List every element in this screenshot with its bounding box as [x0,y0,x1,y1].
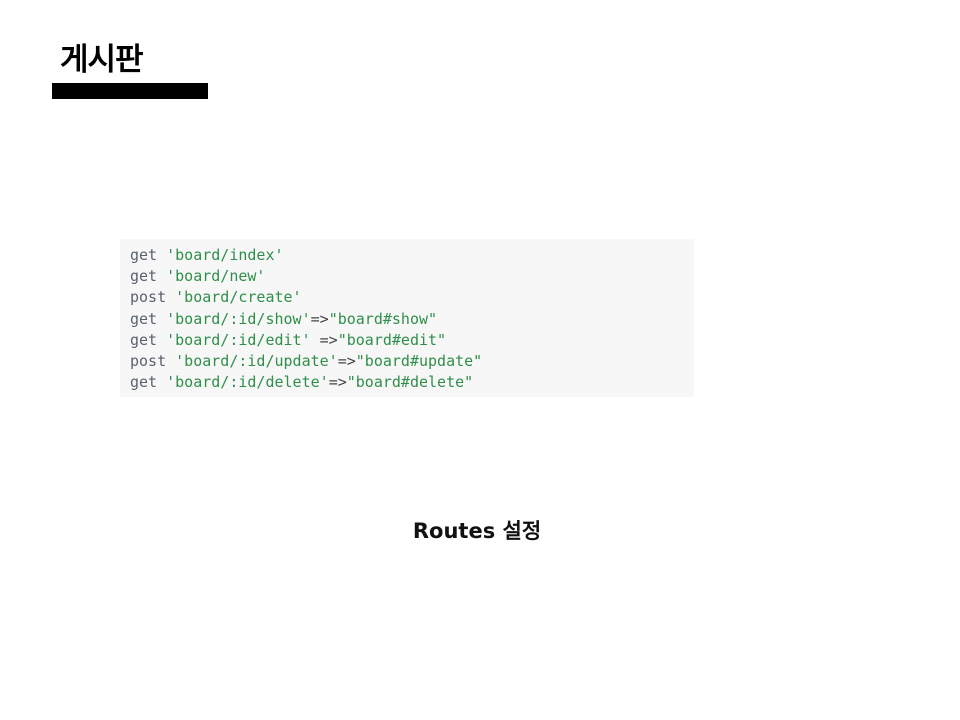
code-route-path: 'board/create' [175,288,302,307]
code-keyword: get [130,267,158,286]
code-line: get 'board/:id/show'=>"board#show" [130,309,694,330]
code-keyword: get [130,246,158,264]
code-route-path: 'board/:id/update' [175,352,338,371]
code-route-path: 'board/:id/delete' [166,373,329,392]
slide-caption: Routes 설정 [412,519,542,543]
code-line: get 'board/index' [130,245,694,266]
code-keyword: post [130,352,167,371]
code-keyword: get [130,330,158,349]
code-route-path: 'board/index' [166,246,284,264]
code-line: post 'board/create' [130,287,694,308]
code-route-path: 'board/:id/edit' [166,330,311,349]
code-route-target: "board#update" [355,352,483,371]
code-line: get 'board/new' [130,266,694,287]
code-keyword: post [130,288,167,307]
code-arrow-operator: => [328,373,347,392]
code-crop-edge [120,391,694,397]
slide-title: 게시판 [60,42,144,78]
code-screenshot: get 'board/index' get 'board/new' post '… [120,239,694,397]
code-arrow-operator: => [310,330,338,349]
code-keyword: get [130,373,158,392]
code-keyword: get [130,309,158,328]
code-arrow-operator: => [337,352,356,371]
code-arrow-operator: => [310,309,329,328]
code-route-path: 'board/new' [166,267,266,286]
code-route-target: "board#edit" [337,330,447,349]
code-route-target: "board#show" [328,309,438,328]
code-route-path: 'board/:id/show' [166,309,311,328]
title-underline-bar [52,83,208,99]
code-line: post 'board/:id/update'=>"board#update" [130,351,694,372]
code-line: get 'board/:id/edit' =>"board#edit" [130,330,694,351]
code-route-target: "board#delete" [346,373,474,392]
